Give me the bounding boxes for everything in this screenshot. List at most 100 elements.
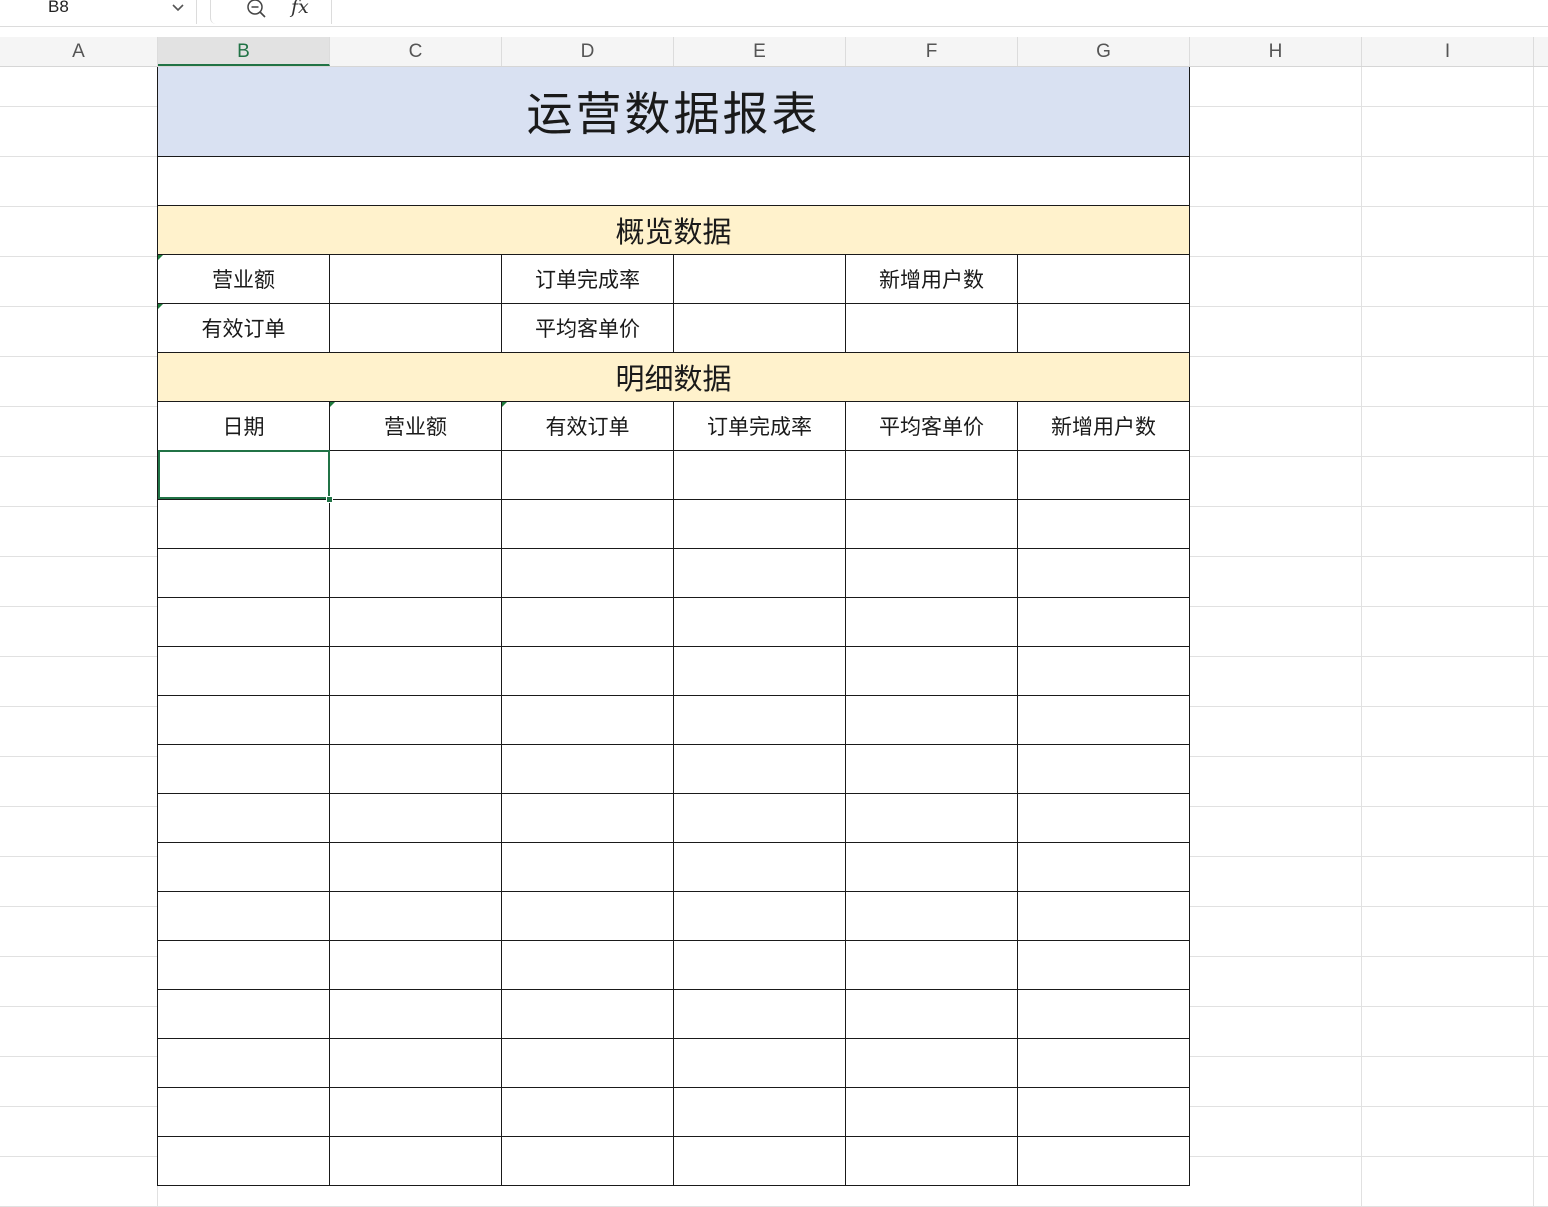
detail-data-cell[interactable] bbox=[845, 1037, 1018, 1088]
detail-data-cell[interactable] bbox=[329, 596, 502, 647]
detail-data-cell[interactable] bbox=[673, 988, 846, 1039]
detail-data-cell[interactable] bbox=[329, 890, 502, 941]
detail-data-cell[interactable] bbox=[1017, 1135, 1190, 1186]
detail-data-cell[interactable] bbox=[845, 1135, 1018, 1186]
detail-data-cell[interactable] bbox=[157, 988, 330, 1039]
detail-data-cell[interactable] bbox=[329, 694, 502, 745]
column-header-e[interactable]: E bbox=[674, 37, 846, 66]
column-header-f[interactable]: F bbox=[846, 37, 1018, 66]
detail-data-cell[interactable] bbox=[1017, 596, 1190, 647]
detail-data-cell[interactable] bbox=[329, 792, 502, 843]
detail-data-cell[interactable] bbox=[845, 988, 1018, 1039]
detail-data-cell[interactable] bbox=[673, 1037, 846, 1088]
detail-data-cell[interactable] bbox=[673, 449, 846, 500]
column-header-b[interactable]: B bbox=[158, 37, 330, 66]
detail-data-cell[interactable] bbox=[673, 547, 846, 598]
overview-label-new-users[interactable]: 新增用户数 bbox=[845, 253, 1018, 304]
column-header-c[interactable]: C bbox=[330, 37, 502, 66]
detail-data-cell[interactable] bbox=[501, 890, 674, 941]
overview-value-revenue[interactable] bbox=[329, 253, 502, 304]
detail-data-cell[interactable] bbox=[501, 743, 674, 794]
column-header-g[interactable]: G bbox=[1018, 37, 1190, 66]
detail-data-cell[interactable] bbox=[1017, 498, 1190, 549]
detail-data-cell[interactable] bbox=[673, 694, 846, 745]
detail-data-cell[interactable] bbox=[845, 939, 1018, 990]
detail-data-cell[interactable] bbox=[329, 1086, 502, 1137]
detail-data-cell[interactable] bbox=[1017, 988, 1190, 1039]
detail-data-cell[interactable] bbox=[845, 449, 1018, 500]
detail-data-cell[interactable] bbox=[845, 841, 1018, 892]
detail-data-cell[interactable] bbox=[845, 890, 1018, 941]
report-title[interactable]: 运营数据报表 bbox=[157, 67, 1190, 157]
detail-data-cell[interactable] bbox=[673, 792, 846, 843]
detail-data-cell[interactable] bbox=[157, 645, 330, 696]
detail-heading[interactable]: 明细数据 bbox=[157, 351, 1190, 402]
active-cell[interactable] bbox=[157, 449, 333, 503]
detail-data-cell[interactable] bbox=[1017, 939, 1190, 990]
detail-data-cell[interactable] bbox=[501, 547, 674, 598]
detail-col-valid-orders[interactable]: 有效订单 bbox=[501, 400, 674, 451]
overview-label-valid-orders[interactable]: 有效订单 bbox=[157, 302, 330, 353]
column-header-h[interactable]: H bbox=[1190, 37, 1362, 66]
blank-merged-cell[interactable] bbox=[157, 155, 1190, 206]
detail-col-completion-rate[interactable]: 订单完成率 bbox=[673, 400, 846, 451]
detail-data-cell[interactable] bbox=[1017, 449, 1190, 500]
overview-value-completion-rate[interactable] bbox=[673, 253, 846, 304]
name-box[interactable]: B8 bbox=[0, 0, 197, 24]
detail-data-cell[interactable] bbox=[845, 547, 1018, 598]
detail-data-cell[interactable] bbox=[1017, 694, 1190, 745]
detail-data-cell[interactable] bbox=[1017, 841, 1190, 892]
detail-data-cell[interactable] bbox=[157, 743, 330, 794]
detail-data-cell[interactable] bbox=[501, 988, 674, 1039]
detail-data-cell[interactable] bbox=[501, 645, 674, 696]
detail-data-cell[interactable] bbox=[845, 743, 1018, 794]
detail-data-cell[interactable] bbox=[501, 449, 674, 500]
detail-data-cell[interactable] bbox=[673, 1135, 846, 1186]
zoom-out-icon[interactable] bbox=[245, 0, 269, 24]
detail-data-cell[interactable] bbox=[1017, 743, 1190, 794]
detail-data-cell[interactable] bbox=[845, 645, 1018, 696]
detail-data-cell[interactable] bbox=[501, 1135, 674, 1186]
detail-data-cell[interactable] bbox=[157, 547, 330, 598]
formula-input[interactable] bbox=[332, 0, 1548, 24]
detail-data-cell[interactable] bbox=[329, 939, 502, 990]
column-header-i[interactable]: I bbox=[1362, 37, 1534, 66]
detail-data-cell[interactable] bbox=[329, 841, 502, 892]
detail-data-cell[interactable] bbox=[501, 1037, 674, 1088]
detail-data-cell[interactable] bbox=[501, 792, 674, 843]
detail-data-cell[interactable] bbox=[673, 1086, 846, 1137]
detail-data-cell[interactable] bbox=[157, 498, 330, 549]
detail-data-cell[interactable] bbox=[501, 694, 674, 745]
detail-data-cell[interactable] bbox=[157, 939, 330, 990]
detail-data-cell[interactable] bbox=[329, 645, 502, 696]
detail-data-cell[interactable] bbox=[329, 498, 502, 549]
detail-data-cell[interactable] bbox=[673, 645, 846, 696]
overview-value-new-users[interactable] bbox=[1017, 253, 1190, 304]
overview-empty-cell[interactable] bbox=[1017, 302, 1190, 353]
detail-data-cell[interactable] bbox=[673, 939, 846, 990]
overview-heading[interactable]: 概览数据 bbox=[157, 204, 1190, 255]
detail-col-date[interactable]: 日期 bbox=[157, 400, 330, 451]
detail-data-cell[interactable] bbox=[1017, 1037, 1190, 1088]
detail-col-revenue[interactable]: 营业额 bbox=[329, 400, 502, 451]
fx-icon[interactable]: 𝑓𝑥 bbox=[291, 0, 309, 18]
detail-data-cell[interactable] bbox=[501, 498, 674, 549]
detail-data-cell[interactable] bbox=[329, 547, 502, 598]
overview-label-completion-rate[interactable]: 订单完成率 bbox=[501, 253, 674, 304]
detail-data-cell[interactable] bbox=[1017, 1086, 1190, 1137]
detail-data-cell[interactable] bbox=[501, 841, 674, 892]
detail-data-cell[interactable] bbox=[157, 1086, 330, 1137]
detail-data-cell[interactable] bbox=[845, 1086, 1018, 1137]
detail-data-cell[interactable] bbox=[501, 596, 674, 647]
detail-data-cell[interactable] bbox=[157, 792, 330, 843]
detail-data-cell[interactable] bbox=[329, 988, 502, 1039]
detail-data-cell[interactable] bbox=[845, 694, 1018, 745]
detail-data-cell[interactable] bbox=[157, 694, 330, 745]
detail-data-cell[interactable] bbox=[845, 498, 1018, 549]
detail-data-cell[interactable] bbox=[673, 498, 846, 549]
detail-data-cell[interactable] bbox=[1017, 645, 1190, 696]
detail-data-cell[interactable] bbox=[845, 596, 1018, 647]
detail-col-avg-order-value[interactable]: 平均客单价 bbox=[845, 400, 1018, 451]
overview-label-avg-order-value[interactable]: 平均客单价 bbox=[501, 302, 674, 353]
overview-value-valid-orders[interactable] bbox=[329, 302, 502, 353]
